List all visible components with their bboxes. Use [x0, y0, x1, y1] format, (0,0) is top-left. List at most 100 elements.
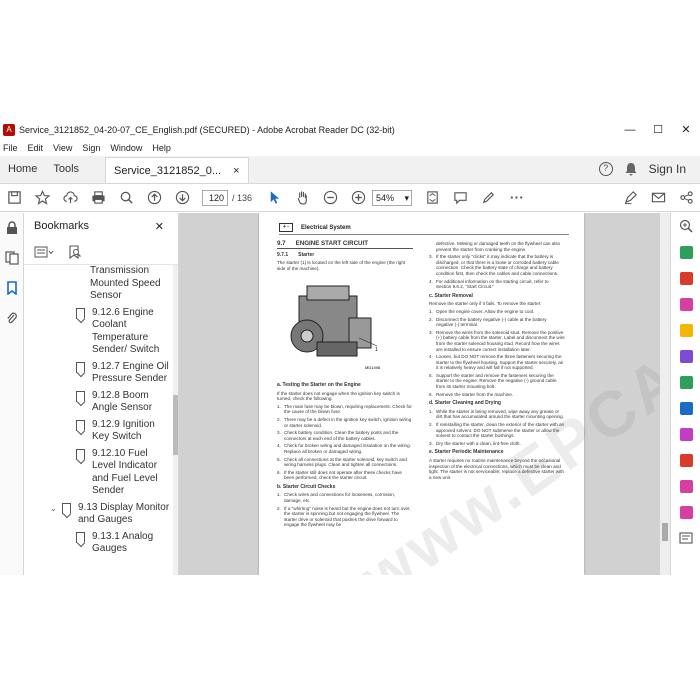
document-scroll-thumb[interactable]: [662, 523, 668, 541]
circuit-steps-continued: 3. If the starter only "clicks" it may in…: [429, 254, 565, 290]
list-text: Support the starter and remove the faste…: [436, 372, 557, 390]
continued-text: defective. Missing or damaged teeth on t…: [436, 241, 561, 252]
bookmark-item[interactable]: 9.12.10 Fuel Level Indicator and Fuel Le…: [24, 448, 174, 498]
more-tools-rail-button[interactable]: [671, 525, 700, 551]
print-button[interactable]: [84, 184, 112, 212]
maintenance-text: A starter requires no routine maintenanc…: [429, 458, 564, 480]
list-text: Remove the wires from the solenoid stud.…: [436, 329, 565, 352]
tab-document[interactable]: Service_3121852_0... ×: [105, 157, 249, 183]
list-item: 2. If reinstalling the starter, clean the…: [429, 422, 565, 439]
removal-steps: 1. Open the engine cover. Allow the engin…: [429, 309, 565, 397]
send-for-review-button[interactable]: [671, 395, 700, 421]
help-icon[interactable]: ?: [598, 162, 613, 176]
expand-caret-icon[interactable]: ⌄: [50, 503, 62, 516]
comment-tool-button[interactable]: [671, 317, 700, 343]
share-button[interactable]: [672, 184, 700, 212]
hand-tool-button[interactable]: [288, 184, 316, 212]
bookmarks-scrollbar[interactable]: [173, 265, 178, 575]
bookmark-item[interactable]: 9.13.1 Analog Gauges: [24, 531, 174, 556]
list-number: 2.: [429, 422, 433, 428]
combine-files-button[interactable]: [671, 343, 700, 369]
bookmark-label: 9.12.7 Engine Oil Pressure Sender: [92, 360, 169, 385]
page-number-input[interactable]: 120: [202, 189, 228, 206]
bookmark-item[interactable]: 9.12.6 Engine Coolant Temperature Sender…: [24, 307, 174, 357]
list-item: 2. There may be a defect in the ignition …: [277, 417, 413, 428]
bookmark-item[interactable]: 9.12.8 Boom Angle Sensor: [24, 390, 174, 415]
comment-button[interactable]: [446, 184, 474, 212]
menu-bar: File Edit View Sign Window Help: [0, 140, 700, 156]
document-viewer[interactable]: + - Electrical System 9.7 ENGINE START C…: [179, 213, 670, 575]
list-item: 5. Support the starter and remove the fas…: [429, 373, 565, 390]
close-window-button[interactable]: ✕: [672, 120, 700, 140]
list-number: 1.: [277, 492, 281, 498]
removal-heading: c. Starter Removal: [429, 292, 473, 299]
list-text: Remove the starter from the machine.: [436, 391, 514, 397]
testing-steps: 1. The main fuse may be blown, requiring …: [277, 404, 413, 481]
menu-sign[interactable]: Sign: [82, 143, 100, 153]
export-pdf-button[interactable]: [671, 239, 700, 265]
list-number: 3.: [277, 430, 281, 436]
more-tools-button[interactable]: [502, 184, 530, 212]
close-panel-icon[interactable]: ✕: [155, 220, 164, 233]
zoom-select[interactable]: 54% ▾: [372, 189, 413, 206]
maximize-button[interactable]: ☐: [644, 120, 672, 140]
email-button[interactable]: [644, 184, 672, 212]
page-header: + - Electrical System: [279, 221, 569, 235]
page-fit-button[interactable]: [418, 184, 446, 212]
testing-heading: a. Testing the Starter on the Engine: [277, 381, 361, 388]
page-thumbnails-button[interactable]: [0, 243, 24, 273]
highlight-button[interactable]: [474, 184, 502, 212]
upload-cloud-button[interactable]: [56, 184, 84, 212]
select-tool-button[interactable]: [260, 184, 288, 212]
zoom-tool-button[interactable]: [671, 213, 700, 239]
tab-home[interactable]: Home: [0, 155, 45, 183]
create-pdf-button[interactable]: [671, 265, 700, 291]
notification-bell-icon[interactable]: [625, 162, 637, 176]
plus-circle-icon: [351, 190, 365, 205]
bookmark-star-button[interactable]: [28, 184, 56, 212]
menu-help[interactable]: Help: [152, 143, 171, 153]
bookmark-item[interactable]: ⌄ 9.13 Display Monitor and Gauges: [24, 502, 174, 527]
edit-pdf-button[interactable]: [671, 291, 700, 317]
tab-close-icon[interactable]: ×: [233, 159, 239, 183]
bookmark-flag-icon: [76, 448, 85, 460]
find-bookmark-icon[interactable]: [68, 244, 82, 259]
menu-window[interactable]: Window: [110, 143, 142, 153]
menu-file[interactable]: File: [3, 143, 18, 153]
lock-security-button[interactable]: [0, 213, 24, 243]
save-button[interactable]: [0, 184, 28, 212]
chevron-down-icon: ▾: [404, 192, 410, 203]
options-list-icon[interactable]: [34, 246, 54, 258]
print-production-button[interactable]: [671, 499, 700, 525]
bookmarks-scroll-thumb[interactable]: [173, 395, 178, 455]
minus-circle-icon: [323, 190, 337, 205]
minimize-button[interactable]: —: [616, 120, 644, 140]
protect-button[interactable]: [671, 447, 700, 473]
zoom-in-button[interactable]: [344, 184, 372, 212]
organize-pages-button[interactable]: [671, 369, 700, 395]
fill-sign-button[interactable]: [671, 421, 700, 447]
sign-in-link[interactable]: Sign In: [649, 162, 686, 176]
tab-tools[interactable]: Tools: [45, 155, 87, 183]
menu-view[interactable]: View: [53, 143, 72, 153]
document-scrollbar[interactable]: [660, 213, 670, 575]
list-item: 3. Check battery condition. Clean the bat…: [277, 430, 413, 441]
attachments-button[interactable]: [0, 303, 24, 333]
bookmark-item[interactable]: 9.12.9 Ignition Key Switch: [24, 419, 174, 444]
zoom-out-button[interactable]: [316, 184, 344, 212]
circuit-heading: b. Starter Circuit Checks: [277, 483, 336, 490]
attach-link-button[interactable]: [616, 184, 644, 212]
next-page-button[interactable]: [168, 184, 196, 212]
list-item: 6. If the starter still does not operate …: [277, 470, 413, 481]
redact-button[interactable]: [671, 473, 700, 499]
find-button[interactable]: [112, 184, 140, 212]
list-item: 3. Remove the wires from the solenoid stu…: [429, 330, 565, 352]
previous-page-button[interactable]: [140, 184, 168, 212]
menu-edit[interactable]: Edit: [28, 143, 44, 153]
paperclip-icon: [7, 312, 17, 324]
create-pdf-icon: [679, 271, 693, 285]
bookmark-item[interactable]: Transmission Mounted Speed Sensor: [24, 265, 174, 303]
bookmarks-panel-button[interactable]: [0, 273, 24, 303]
bookmark-item[interactable]: 9.12.7 Engine Oil Pressure Sender: [24, 361, 174, 386]
section-title: ENGINE START CIRCUIT: [295, 240, 369, 247]
